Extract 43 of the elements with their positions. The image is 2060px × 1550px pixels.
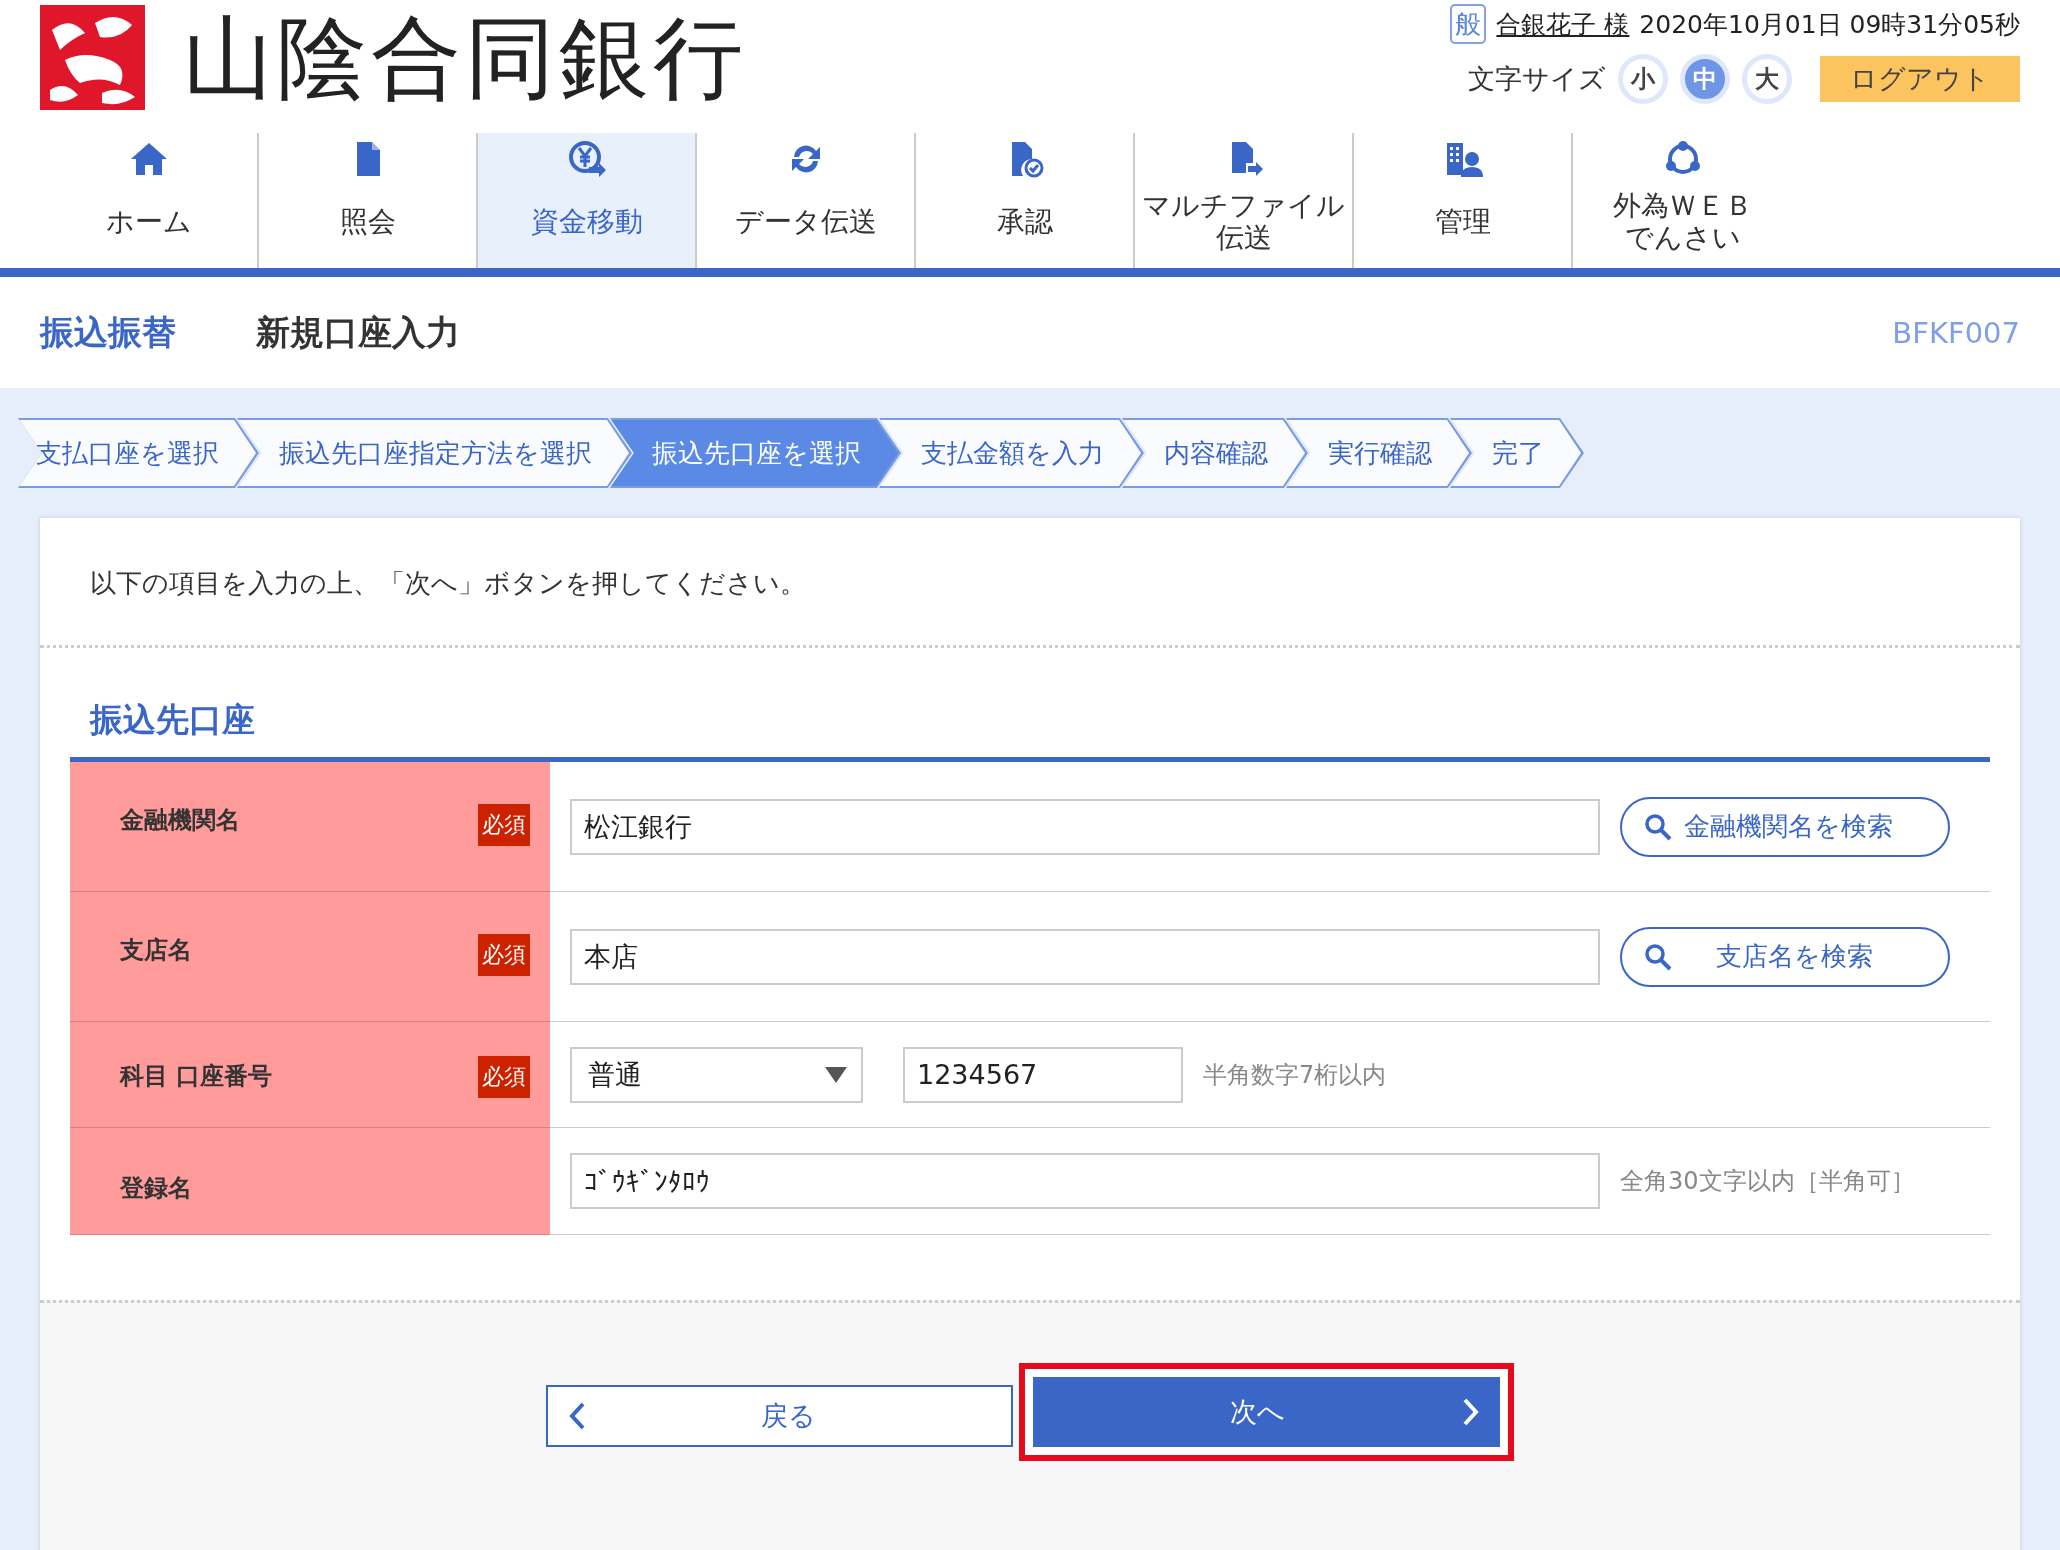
screen-id: BFKF007 [1892, 315, 2020, 350]
user-name-link[interactable]: 合銀花子 様 [1496, 7, 1630, 41]
step-indicator: 振込先口座を選択 [610, 418, 901, 488]
chevron-left-icon [568, 1401, 586, 1431]
step-indicator: 支払口座を選択 [18, 418, 259, 488]
step-indicator: 完了 [1450, 418, 1584, 488]
font-size-label: 文字サイズ [1468, 62, 1606, 96]
logout-button[interactable]: ログアウト [1820, 56, 2020, 102]
step-indicator: 振込先口座指定方法を選択 [237, 418, 632, 488]
input-field[interactable]: 本店 [570, 928, 1600, 985]
hint-text: 半角数字7桁以内 [1203, 1059, 1387, 1091]
next-button[interactable]: 次へ [1033, 1377, 1500, 1447]
input-field[interactable]: 松江銀行 [570, 798, 1600, 855]
back-button[interactable]: 戻る [546, 1385, 1013, 1447]
required-badge: 必須 [478, 1056, 530, 1098]
field-label: 支店名 [120, 935, 192, 966]
instruction-text: 以下の項目を入力の上、「次へ」ボタンを押してください。 [40, 518, 2020, 648]
hint-text: 全角30文字以内［半角可］ [1620, 1166, 1915, 1197]
search-icon [1644, 942, 1672, 971]
dropdown-arrow-icon [825, 1066, 847, 1083]
required-badge: 必須 [478, 804, 530, 846]
logo-icon [40, 5, 145, 110]
page-title: 新規口座入力 [256, 310, 460, 354]
category-title: 振込振替 [40, 310, 176, 354]
input-field[interactable]: ｺﾞｳｷﾞﾝﾀﾛｳ [570, 1153, 1600, 1209]
bank-name: 山陰合同銀行 [183, 12, 747, 103]
search-icon [1644, 812, 1672, 841]
user-type-badge: 般 [1450, 4, 1487, 44]
nav-tab[interactable]: 資金移動 [478, 133, 697, 268]
yen-transfer-icon [566, 139, 607, 179]
required-badge: 必須 [478, 934, 530, 976]
search-button[interactable]: 金融機関名を検索 [1620, 796, 1950, 857]
field-label: 金融機関名 [120, 805, 240, 836]
field-label: 登録名 [120, 1173, 192, 1204]
chevron-right-icon [1462, 1397, 1480, 1427]
datetime-text: 2020年10月01日 09時31分05秒 [1639, 8, 2020, 41]
field-label: 科目 口座番号 [120, 1061, 273, 1092]
font-size-button[interactable]: 大 [1742, 54, 1792, 104]
account-number-field[interactable]: 1234567 [903, 1046, 1183, 1103]
step-indicator: 支払金額を入力 [879, 418, 1144, 488]
font-size-button[interactable]: 小 [1618, 54, 1668, 104]
account-type-select[interactable]: 普通 [570, 1046, 863, 1103]
search-button[interactable]: 支店名を検索 [1620, 926, 1950, 987]
